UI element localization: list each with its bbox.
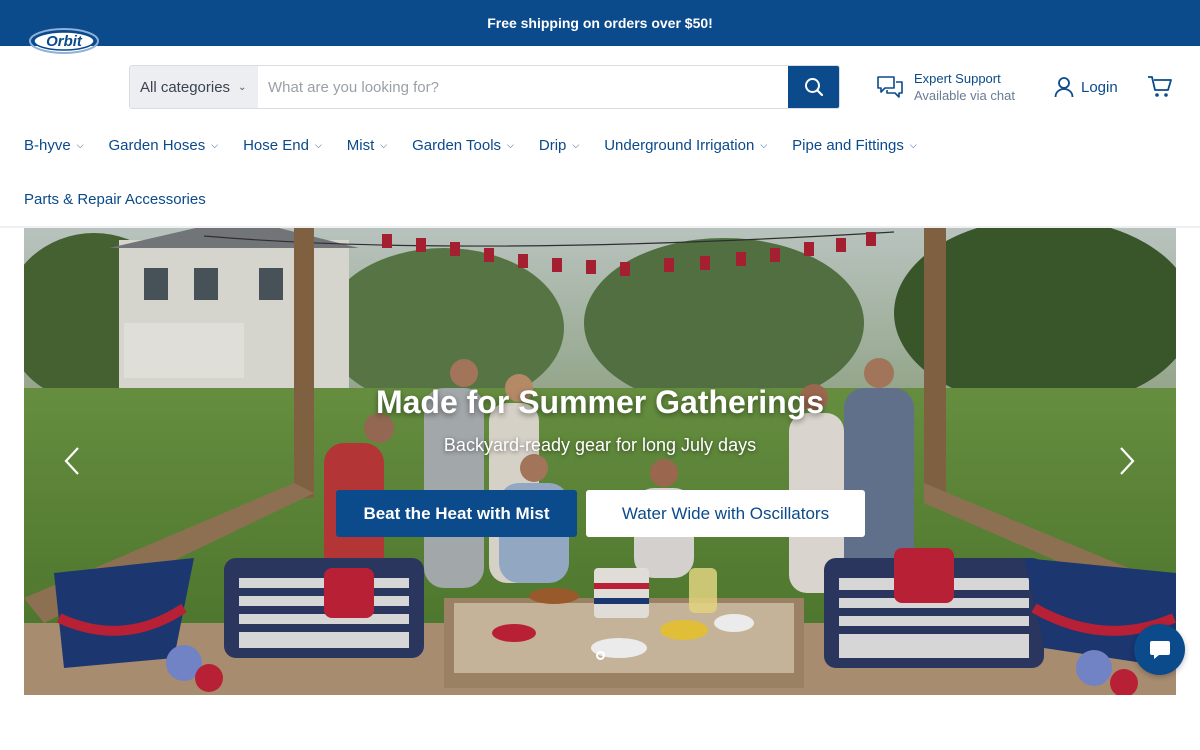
chevron-right-icon [1120, 447, 1135, 475]
search-icon [804, 78, 823, 97]
user-icon [1054, 77, 1074, 98]
hero-slideshow: Made for Summer Gatherings Backyard-read… [24, 228, 1176, 695]
cart-icon [1148, 76, 1172, 97]
chevron-down-icon: ⌵ [507, 139, 514, 150]
nav-item-label: Mist [346, 136, 375, 154]
nav-item-pipe-and-fittings[interactable]: Pipe and Fittings ⌵ [792, 137, 917, 154]
hero-subtitle: Backyard-ready gear for long July days [443, 435, 757, 455]
orbit-logo[interactable]: Orbit [28, 26, 100, 56]
nav-item-label: Underground Irrigation [604, 136, 755, 154]
chevron-down-icon: ⌵ [572, 139, 580, 150]
nav-item-drip[interactable]: Drip ⌵ [539, 137, 579, 154]
chevron-down-icon: ⌵ [380, 139, 388, 150]
chat-launcher[interactable] [1134, 624, 1185, 675]
nav-row-primary: B-hyve ⌵ Garden Hoses ⌵ Hose End ⌵ Mist ⌵ Ga… [24, 126, 1184, 164]
chat-icon [1149, 640, 1170, 659]
hero-image [24, 228, 1176, 695]
login-link[interactable]: Login [1054, 76, 1118, 98]
previous-slide-button[interactable] [54, 441, 90, 481]
nav-item-label: Garden Hoses [108, 136, 206, 154]
nav-item-hose-end[interactable]: Hose End ⌵ [243, 137, 322, 154]
next-slide-button[interactable] [1109, 441, 1145, 481]
announcement-text: Free shipping on orders over $50! [487, 15, 713, 31]
chevron-down-icon: ⌵ [314, 139, 322, 150]
search-bar: All categories ⌄ [129, 65, 840, 109]
nav-item-label: Drip [538, 136, 567, 154]
nav-item-b-hyve[interactable]: B-hyve ⌵ [24, 137, 84, 154]
nav-item-label: Garden Tools [412, 136, 502, 154]
search-input[interactable] [258, 66, 788, 108]
nav-item-label: Parts & Repair Accessories [24, 190, 206, 208]
chevron-left-icon [64, 447, 79, 475]
main-navigation: B-hyve ⌵ Garden Hoses ⌵ Hose End ⌵ Mist ⌵ Ga… [24, 126, 1184, 208]
cart-button[interactable] [1147, 75, 1173, 104]
chevron-down-icon: ⌵ [760, 139, 768, 150]
nav-item-mist[interactable]: Mist ⌵ [347, 137, 387, 154]
slide-indicators [24, 651, 1176, 660]
search-button[interactable] [788, 66, 839, 108]
expert-support-link[interactable]: Expert Support Available via chat [876, 70, 1015, 104]
chevron-down-icon: ⌄ [238, 81, 247, 93]
nav-item-label: B-hyve [24, 136, 71, 154]
support-title: Expert Support [914, 71, 1001, 86]
nav-row-secondary: Parts & Repair Accessories [24, 180, 231, 218]
nav-item-underground-irrigation[interactable]: Underground Irrigation ⌵ [604, 137, 767, 154]
support-subtitle: Available via chat [914, 88, 1015, 103]
nav-item-label: Hose End [243, 136, 309, 154]
chevron-down-icon: ⌵ [909, 139, 917, 150]
nav-item-garden-tools[interactable]: Garden Tools ⌵ [412, 137, 514, 154]
announcement-bar: Free shipping on orders over $50! [0, 0, 1200, 46]
chevron-down-icon: ⌵ [211, 139, 219, 150]
water-wide-button[interactable]: Water Wide with Oscillators [586, 490, 865, 537]
category-select-value: All categories [140, 78, 231, 96]
nav-item-parts-repair[interactable]: Parts & Repair Accessories [24, 191, 206, 208]
chat-bubbles-icon [877, 76, 903, 98]
svg-text:Orbit: Orbit [46, 33, 83, 50]
slide-dot[interactable] [595, 651, 605, 660]
hero-title: Made for Summer Gatherings [375, 384, 825, 420]
category-select[interactable]: All categories ⌄ [130, 66, 258, 108]
nav-item-label: Pipe and Fittings [792, 136, 904, 154]
beat-the-heat-button[interactable]: Beat the Heat with Mist [336, 490, 577, 537]
login-label: Login [1081, 78, 1118, 96]
nav-item-garden-hoses[interactable]: Garden Hoses ⌵ [109, 137, 219, 154]
chevron-down-icon: ⌵ [76, 139, 84, 150]
